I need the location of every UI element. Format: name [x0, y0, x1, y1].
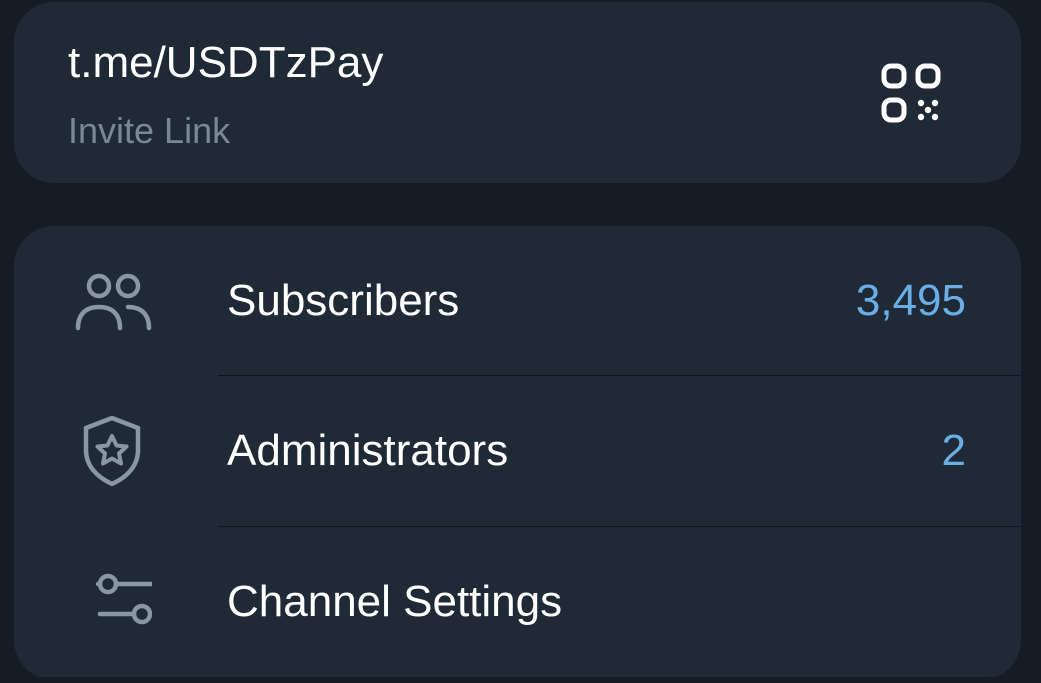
- channel-info-list: Subscribers 3,495 Administrators 2 Chann…: [14, 226, 1021, 680]
- channel-settings-row[interactable]: Channel Settings: [14, 527, 1021, 677]
- administrators-row[interactable]: Administrators 2: [14, 376, 1021, 526]
- channel-settings-label: Channel Settings: [227, 577, 563, 626]
- invite-link-card[interactable]: t.me/USDTzPay Invite Link: [14, 2, 1021, 183]
- invite-link-label: Invite Link: [68, 110, 231, 151]
- divider: [14, 677, 1021, 680]
- shield-star-icon: [72, 415, 152, 487]
- subscribers-icon: [72, 266, 152, 336]
- subscribers-count: 3,495: [855, 276, 966, 325]
- sliders-icon: [72, 567, 155, 637]
- administrators-count: 2: [941, 426, 966, 475]
- subscribers-row[interactable]: Subscribers 3,495: [14, 226, 1021, 376]
- administrators-label: Administrators: [227, 426, 509, 475]
- subscribers-label: Subscribers: [227, 276, 460, 325]
- qr-code-icon[interactable]: [876, 58, 948, 130]
- invite-link-url[interactable]: t.me/USDTzPay: [68, 38, 383, 88]
